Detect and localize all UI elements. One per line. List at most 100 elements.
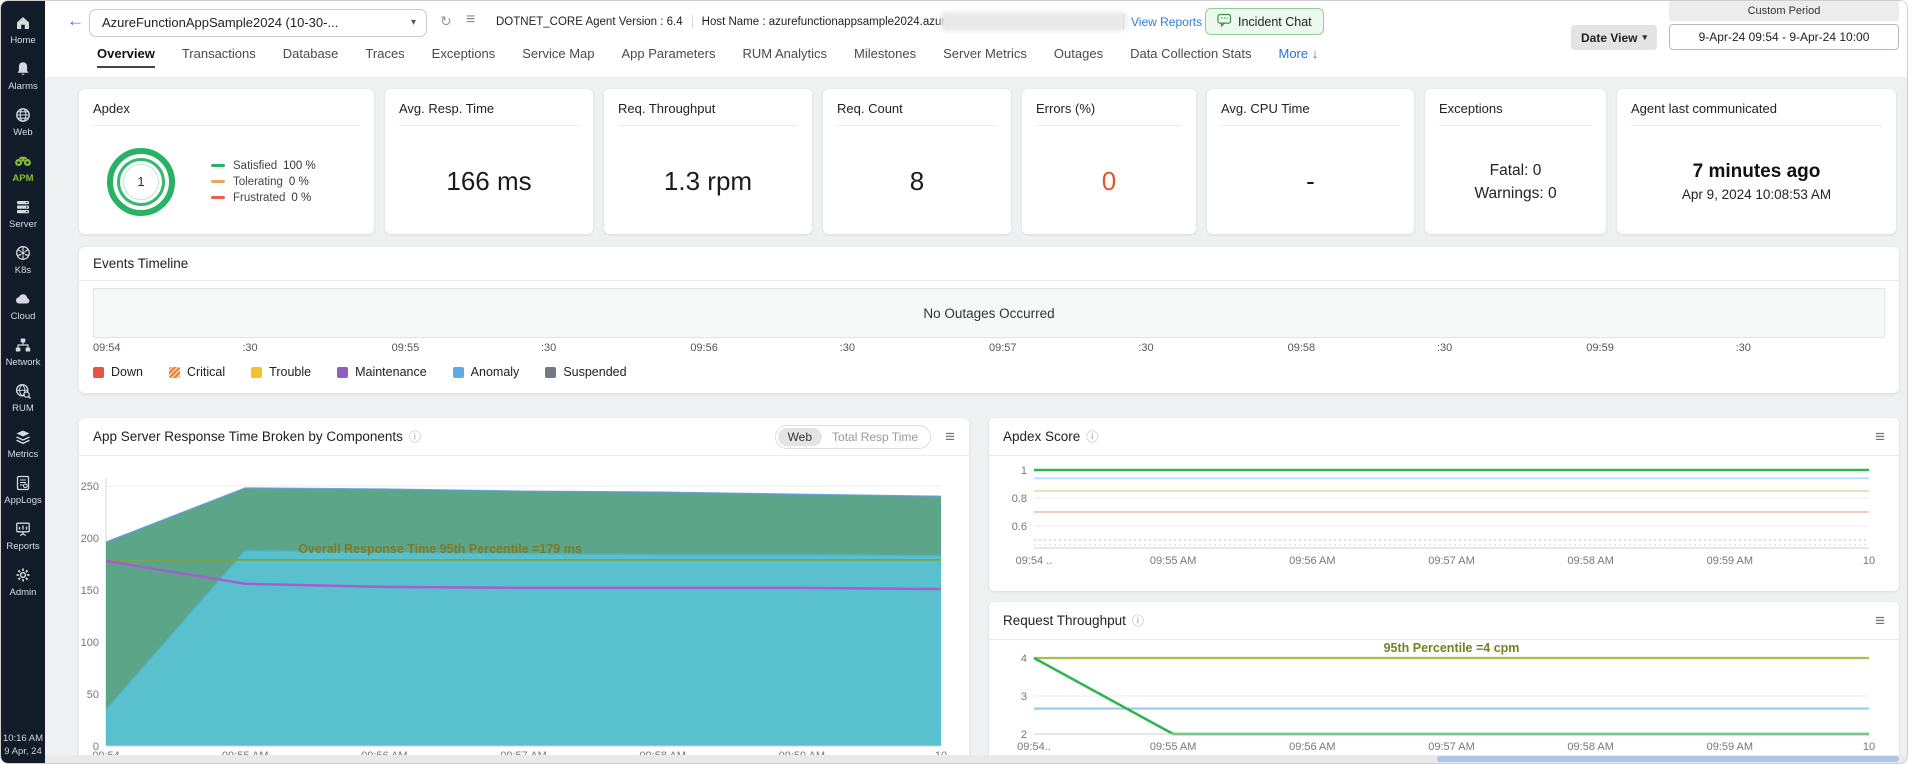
tab-more[interactable]: More ↓ — [1278, 46, 1318, 68]
legend-swatch — [169, 367, 180, 378]
sidebar-item-label: Metrics — [8, 449, 39, 460]
legend-swatch — [251, 367, 262, 378]
home-icon — [14, 14, 32, 32]
tab-app-parameters[interactable]: App Parameters — [622, 46, 716, 68]
tab-exceptions[interactable]: Exceptions — [432, 46, 496, 68]
svg-text:3: 3 — [1021, 691, 1027, 703]
sidebar-item-applogs[interactable]: AppLogs — [4, 474, 42, 506]
hamburger-menu-icon[interactable]: ≡ — [1875, 612, 1885, 629]
svg-text:09:57 AM: 09:57 AM — [1428, 741, 1474, 753]
sidebar-item-k8s[interactable]: K8s — [14, 244, 32, 276]
legend-value: 0 % — [289, 176, 309, 188]
toggle-web[interactable]: Web — [778, 428, 822, 446]
sidebar-item-rum[interactable]: RUM — [12, 382, 34, 414]
divider — [1123, 14, 1124, 29]
web-total-toggle: Web Total Resp Time — [775, 425, 932, 449]
kpi-value: - — [1306, 166, 1315, 197]
info-icon[interactable]: ⓘ — [409, 428, 421, 445]
date-view-button[interactable]: Date View ▾ — [1571, 25, 1657, 50]
legend-label: Tolerating — [233, 176, 283, 188]
tab-rum-analytics[interactable]: RUM Analytics — [742, 46, 827, 68]
app-selector-dropdown[interactable]: AzureFunctionAppSample2024 (10-30-... ▾ — [89, 9, 427, 37]
sidebar-item-admin[interactable]: Admin — [10, 566, 37, 598]
list-menu-icon[interactable]: ≡ — [466, 12, 475, 28]
tab-database[interactable]: Database — [283, 46, 339, 68]
sidebar-item-network[interactable]: Network — [6, 336, 41, 368]
horizontal-scrollbar-thumb[interactable] — [1437, 756, 1899, 762]
globe-icon — [14, 106, 32, 124]
response-time-panel-header: App Server Response Time Broken by Compo… — [79, 418, 969, 456]
incident-chat-button[interactable]: Incident Chat — [1205, 8, 1324, 35]
apdex-score-title: Apdex Score — [1003, 429, 1080, 444]
svg-text:4: 4 — [1021, 653, 1027, 665]
sidebar-clock: 10:16 AM 9 Apr, 24 — [1, 732, 45, 758]
agent-timestamp: Apr 9, 2024 10:08:53 AM — [1682, 187, 1831, 202]
legend-label: Critical — [187, 365, 225, 379]
events-timeline-panel: Events Timeline No Outages Occurred 09:5… — [79, 247, 1899, 393]
tab-transactions[interactable]: Transactions — [182, 46, 256, 68]
apdex-score-svg: 0.60.8109:54 ..09:55 AM09:56 AM09:57 AM0… — [989, 456, 1899, 591]
clock-date: 9 Apr, 24 — [1, 745, 45, 758]
sidebar-item-alarms[interactable]: Alarms — [8, 60, 38, 92]
tab-milestones[interactable]: Milestones — [854, 46, 916, 68]
agent-info-row: DOTNET_CORE Agent Version : 6.4 Host Nam… — [496, 15, 1016, 28]
tab-traces[interactable]: Traces — [365, 46, 404, 68]
timeline-tick: :30 — [1736, 342, 1885, 354]
custom-period-range-input[interactable]: 9-Apr-24 09:54 - 9-Apr-24 10:00 — [1669, 24, 1899, 50]
svg-text:10: 10 — [1863, 741, 1875, 753]
sidebar-item-web[interactable]: Web — [13, 106, 32, 138]
timeline-legend-trouble: Trouble — [251, 365, 311, 379]
tab-service-map[interactable]: Service Map — [522, 46, 594, 68]
svg-text:09:59 AM: 09:59 AM — [1707, 741, 1753, 753]
agent-relative-time: 7 minutes ago — [1682, 161, 1831, 183]
exceptions-line: Fatal: 0 — [1474, 159, 1556, 182]
sidebar-item-apm[interactable]: APM — [12, 152, 33, 184]
horizontal-scrollbar — [45, 755, 1907, 763]
sidebar-item-server[interactable]: Server — [9, 198, 37, 230]
request-throughput-panel: Request Throughput ⓘ ≡ 23495th Percentil… — [989, 602, 1899, 764]
legend-swatch — [211, 164, 225, 167]
svg-text:09:54 ..: 09:54 .. — [1016, 555, 1053, 567]
info-icon[interactable]: ⓘ — [1086, 428, 1098, 445]
cloud-icon — [14, 290, 32, 308]
sidebar-item-cloud[interactable]: Cloud — [11, 290, 36, 322]
rum-globe-icon — [14, 382, 32, 400]
sidebar-item-home[interactable]: Home — [10, 14, 35, 46]
legend-swatch — [93, 367, 104, 378]
timeline-tick: :30 — [1138, 342, 1287, 354]
timeline-tick: 09:55 — [392, 342, 541, 354]
sidebar-item-label: Admin — [10, 587, 37, 598]
kpi-value: 8 — [910, 166, 924, 197]
kpi-card-row: Apdex1Satisfied100 %Tolerating0 %Frustra… — [79, 89, 1907, 234]
request-throughput-title: Request Throughput — [1003, 613, 1126, 628]
svg-text:09:55 AM: 09:55 AM — [1150, 555, 1196, 567]
tab-outages[interactable]: Outages — [1054, 46, 1103, 68]
sidebar-item-metrics[interactable]: Metrics — [8, 428, 39, 460]
response-time-panel: App Server Response Time Broken by Compo… — [79, 418, 969, 764]
toggle-total-resp-time[interactable]: Total Resp Time — [822, 428, 928, 446]
sidebar-item-reports[interactable]: Reports — [6, 520, 39, 552]
sidebar-item-label: Reports — [6, 541, 39, 552]
apdex-card-title: Apdex — [93, 101, 360, 126]
kpi-card-body: 0 — [1022, 129, 1196, 234]
hamburger-menu-icon[interactable]: ≡ — [1875, 428, 1885, 445]
timeline-tick: :30 — [541, 342, 690, 354]
hamburger-menu-icon[interactable]: ≡ — [945, 428, 955, 445]
tab-overview[interactable]: Overview — [97, 46, 155, 68]
back-icon[interactable]: ← — [67, 11, 84, 31]
timeline-tick: 09:56 — [690, 342, 839, 354]
svg-text:09:57 AM: 09:57 AM — [1428, 555, 1474, 567]
view-reports-link[interactable]: View Reports — [1131, 15, 1202, 29]
timeline-tick: 09:57 — [989, 342, 1138, 354]
kpi-value: 166 ms — [446, 166, 531, 197]
kpi-card-title: Req. Throughput — [618, 101, 798, 126]
tab-server-metrics[interactable]: Server Metrics — [943, 46, 1027, 68]
timeline-tick: :30 — [242, 342, 391, 354]
sidebar-item-label: AppLogs — [4, 495, 42, 506]
refresh-icon[interactable]: ↻ — [440, 14, 452, 28]
svg-text:09:54..: 09:54.. — [1017, 741, 1051, 753]
tab-data-collection-stats[interactable]: Data Collection Stats — [1130, 46, 1251, 68]
info-icon[interactable]: ⓘ — [1132, 612, 1144, 629]
exceptions-line: Warnings: 0 — [1474, 182, 1556, 205]
kubernetes-icon — [14, 244, 32, 262]
